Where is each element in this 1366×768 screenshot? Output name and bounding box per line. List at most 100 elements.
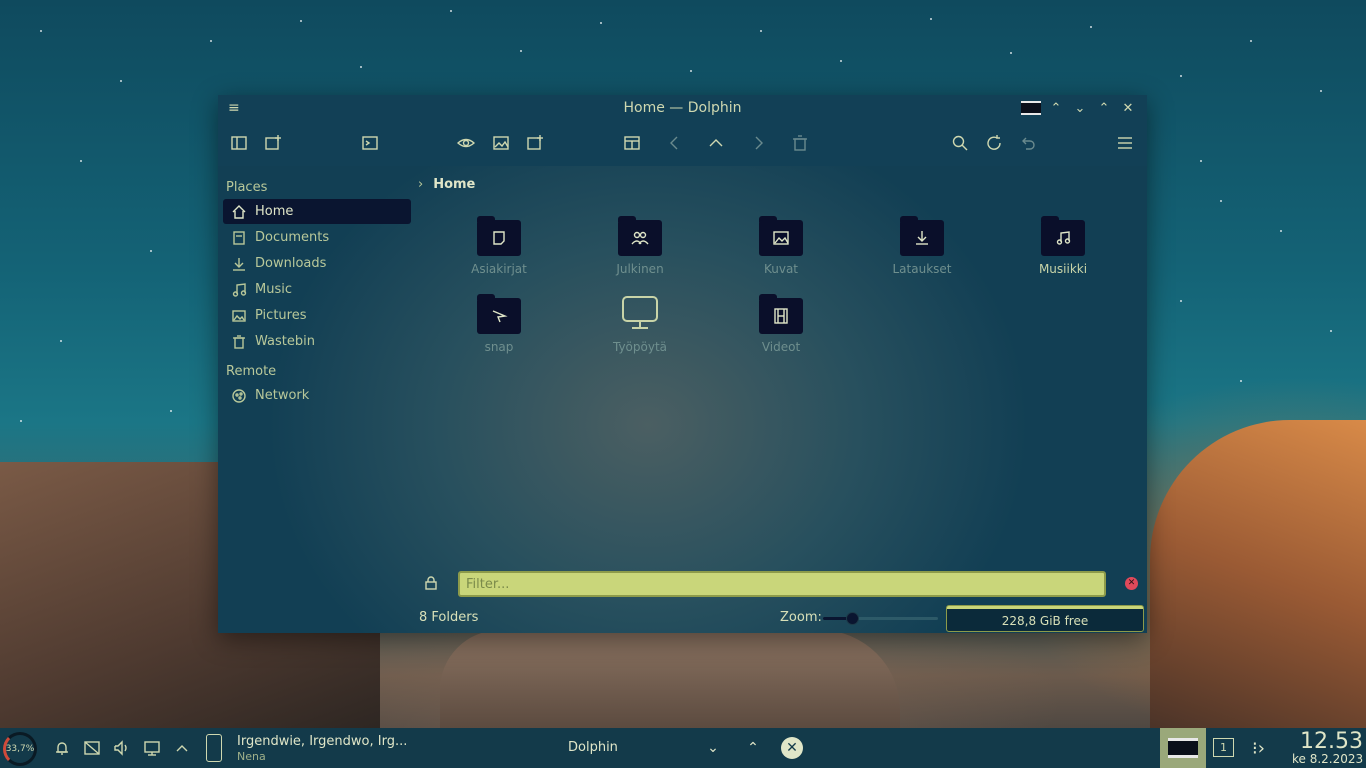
close-icon[interactable]: ✕ xyxy=(1119,99,1137,117)
document-icon xyxy=(493,231,505,245)
cpu-value: 33,7% xyxy=(5,744,35,754)
sidebar-item-label: Documents xyxy=(255,230,330,245)
monitor-icon xyxy=(622,296,658,329)
titlebar[interactable]: ≡ Home — Dolphin ⌃ ⌄ ⌃ ✕ xyxy=(218,95,1147,122)
places-section-title: Places xyxy=(226,180,268,195)
document-icon xyxy=(233,230,245,245)
dolphin-window[interactable]: ≡ Home — Dolphin ⌃ ⌄ ⌃ ✕ Places Home Doc… xyxy=(218,95,1147,633)
download-icon xyxy=(916,231,928,245)
folder-item[interactable]: Työpöytä xyxy=(590,294,690,354)
clock-date[interactable]: ke 8.2.2023 xyxy=(1292,752,1363,766)
folder-item[interactable]: Asiakirjat xyxy=(449,216,549,276)
sidebar-item-network[interactable]: Network xyxy=(223,383,411,408)
display-icon[interactable] xyxy=(143,739,161,757)
delete-icon[interactable] xyxy=(789,132,811,154)
sidebar-item-music[interactable]: Music xyxy=(223,277,411,302)
network-icon xyxy=(232,388,246,403)
picture-icon xyxy=(773,231,789,245)
folder-item[interactable]: snap xyxy=(449,294,549,354)
clear-filter-icon[interactable]: ✕ xyxy=(1125,577,1138,590)
filter-input[interactable] xyxy=(458,571,1106,597)
breadcrumb-home[interactable]: Home xyxy=(433,177,475,192)
task-dolphin[interactable]: Dolphin xyxy=(568,740,618,755)
close-task-icon[interactable]: ✕ xyxy=(781,737,803,759)
rock-middle xyxy=(440,630,900,730)
sidebar-item-home[interactable]: Home xyxy=(223,199,411,224)
preview-icon[interactable] xyxy=(455,132,477,154)
network-status-icon[interactable] xyxy=(83,739,101,757)
notifications-icon[interactable] xyxy=(53,739,71,757)
download-icon xyxy=(233,257,245,271)
places-panel: Places Home Documents Downloads Music Pi… xyxy=(218,166,416,633)
folder-label: Asiakirjat xyxy=(471,262,527,276)
sidebar-item-label: Wastebin xyxy=(255,334,315,349)
dolphin-task-icon[interactable] xyxy=(1160,728,1206,768)
folder-item[interactable]: Lataukset xyxy=(872,216,972,276)
folder-item[interactable]: Videot xyxy=(731,294,831,354)
folder-count: 8 Folders xyxy=(419,610,479,625)
folder-item[interactable]: Musiikki xyxy=(1013,216,1113,276)
taskbar: 33,7% Irgendwie, Irgendwo, Irg... Nena D… xyxy=(0,728,1366,768)
back-icon[interactable] xyxy=(664,132,686,154)
folder-label: Kuvat xyxy=(763,262,799,276)
rock-right xyxy=(1150,420,1366,730)
virtual-desktop-pager[interactable]: 1 xyxy=(1213,738,1234,757)
new-folder-icon[interactable] xyxy=(524,132,546,154)
sidebar-item-downloads[interactable]: Downloads xyxy=(223,251,411,276)
split-view-icon[interactable] xyxy=(621,132,643,154)
folder-item[interactable]: Kuvat xyxy=(731,216,831,276)
folder-label: Työpöytä xyxy=(612,340,668,354)
picture-icon xyxy=(232,309,246,322)
show-panels-icon[interactable] xyxy=(228,132,250,154)
terminal-icon[interactable] xyxy=(359,132,381,154)
zoom-slider[interactable] xyxy=(823,617,938,620)
window-title: Home — Dolphin xyxy=(623,100,742,116)
main-toolbar xyxy=(218,122,1147,166)
zoom-slider-handle[interactable] xyxy=(846,612,859,625)
folder-label: Musiikki xyxy=(1038,262,1088,276)
kde-connect-icon[interactable]: ⁝› xyxy=(1252,738,1276,759)
up-icon[interactable] xyxy=(705,132,727,154)
free-space-indicator[interactable]: 228,8 GiB free xyxy=(946,605,1144,632)
sidebar-item-label: Downloads xyxy=(255,256,327,271)
window-controls: ⌃ ⌄ ⌃ ✕ xyxy=(1021,99,1137,117)
image-view-icon[interactable] xyxy=(490,132,512,154)
chevron-right-icon[interactable]: › xyxy=(418,177,423,192)
remote-section-title: Remote xyxy=(226,364,277,379)
clock-time[interactable]: 12.53 xyxy=(1300,729,1363,754)
users-icon xyxy=(631,231,649,245)
breadcrumb[interactable]: › Home xyxy=(418,177,475,192)
snap-icon xyxy=(492,310,508,323)
window-app-icon[interactable] xyxy=(1021,101,1041,115)
media-player-icon[interactable] xyxy=(206,734,222,762)
sidebar-item-label: Pictures xyxy=(255,308,307,323)
lock-icon[interactable] xyxy=(424,575,440,591)
volume-icon[interactable] xyxy=(113,739,131,757)
chevron-up-icon[interactable] xyxy=(173,739,191,757)
cpu-monitor[interactable]: 33,7% xyxy=(3,732,37,766)
sidebar-item-label: Home xyxy=(255,204,294,219)
search-icon[interactable] xyxy=(949,132,971,154)
folder-item[interactable]: Julkinen xyxy=(590,216,690,276)
sidebar-item-label: Music xyxy=(255,282,292,297)
minimize-icon[interactable]: ⌄ xyxy=(1071,99,1089,117)
hamburger-menu-icon[interactable] xyxy=(1114,132,1136,154)
media-title[interactable]: Irgendwie, Irgendwo, Irg... xyxy=(237,734,407,749)
forward-icon[interactable] xyxy=(747,132,769,154)
sidebar-item-wastebin[interactable]: Wastebin xyxy=(223,329,411,354)
sidebar-item-documents[interactable]: Documents xyxy=(223,225,411,250)
new-tab-icon[interactable] xyxy=(262,132,284,154)
zoom-label: Zoom: xyxy=(780,610,822,625)
film-icon xyxy=(774,308,788,324)
minimize-task-icon[interactable]: ⌄ xyxy=(703,738,723,758)
maximize-task-icon[interactable]: ⌃ xyxy=(743,738,763,758)
reload-icon[interactable] xyxy=(983,132,1005,154)
keep-above-icon[interactable]: ⌃ xyxy=(1047,99,1065,117)
folder-label: Julkinen xyxy=(616,262,664,276)
filter-bar: ✕ xyxy=(418,569,1147,599)
free-space-label: 228,8 GiB free xyxy=(1001,613,1089,628)
undo-icon[interactable] xyxy=(1017,132,1039,154)
sidebar-item-pictures[interactable]: Pictures xyxy=(223,303,411,328)
maximize-icon[interactable]: ⌃ xyxy=(1095,99,1113,117)
home-icon xyxy=(232,204,246,219)
